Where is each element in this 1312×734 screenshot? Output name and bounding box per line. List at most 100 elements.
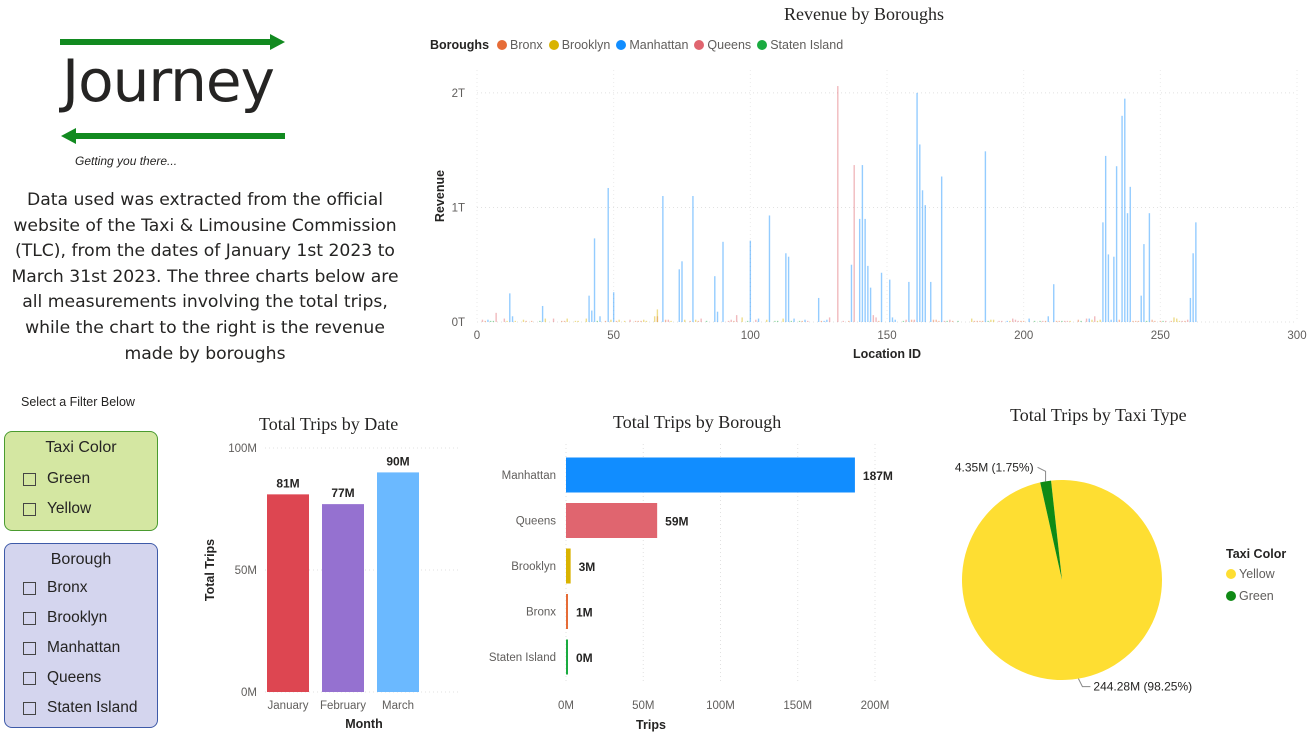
borough-option-manhattan[interactable]: Manhattan xyxy=(23,638,120,658)
revenue-bar xyxy=(1047,316,1049,322)
checkbox[interactable] xyxy=(23,641,36,655)
revenue-bar xyxy=(858,218,861,322)
revenue-bar xyxy=(957,320,959,322)
borough-option-queens[interactable]: Queens xyxy=(23,668,101,688)
y-tick-label: 2T xyxy=(452,88,465,100)
revenue-bar xyxy=(940,176,943,322)
revenue-bar xyxy=(610,319,612,322)
revenue-bar xyxy=(924,205,926,322)
bar-data-label: 1M xyxy=(576,606,593,620)
revenue-bar xyxy=(910,319,913,322)
y-tick-label: Brooklyn xyxy=(511,561,556,573)
legend-dot xyxy=(694,40,705,50)
x-tick-label: February xyxy=(320,700,366,712)
revenue-bar xyxy=(615,320,618,322)
revenue-bar xyxy=(618,319,620,322)
taxi-color-option-yellow[interactable]: Yellow xyxy=(23,499,91,519)
month-bar xyxy=(377,472,419,692)
legend-item-brooklyn[interactable]: Brooklyn xyxy=(548,38,611,52)
revenue-bar xyxy=(525,320,527,322)
legend-item-manhattan[interactable]: Manhattan xyxy=(616,38,688,52)
revenue-bar xyxy=(976,320,978,322)
taxi-color-legend: Taxi Color Yellow Green xyxy=(1226,547,1286,611)
revenue-bar xyxy=(1094,316,1096,322)
borough-bar xyxy=(566,548,571,584)
y-tick-label: Manhattan xyxy=(502,470,556,482)
revenue-bar xyxy=(705,320,708,322)
revenue-bar xyxy=(801,320,803,322)
checkbox[interactable] xyxy=(23,701,36,715)
revenue-bar xyxy=(807,320,809,322)
x-axis-title: Trips xyxy=(636,718,666,732)
borough-option-brooklyn[interactable]: Brooklyn xyxy=(23,608,107,628)
borough-option-bronx[interactable]: Bronx xyxy=(23,578,88,598)
revenue-bar xyxy=(916,92,918,322)
borough-slicer-title: Borough xyxy=(50,551,112,568)
legend-dot xyxy=(1226,569,1236,579)
revenue-bar xyxy=(1014,319,1017,322)
trips-by-date-title: Total Trips by Date xyxy=(259,414,399,434)
y-tick-label: 100M xyxy=(228,443,257,455)
y-tick-label: 0T xyxy=(452,317,465,329)
trips-by-borough-chart: 0M 50M 100M 150M 200M 187M Manhattan 59M Queens 3… xyxy=(489,444,893,732)
borough-option-staten-island[interactable]: Staten Island xyxy=(23,698,137,718)
revenue-bar xyxy=(823,320,825,322)
x-tick-label: 100 xyxy=(741,330,760,342)
revenue-bar xyxy=(1042,320,1044,322)
revenue-legend: Boroughs Bronx Brooklyn Manhattan Queens… xyxy=(430,36,849,54)
legend-item-queens[interactable]: Queens xyxy=(694,38,751,52)
legend-item-staten-island[interactable]: Staten Island xyxy=(757,38,843,52)
revenue-bar xyxy=(1137,320,1140,322)
legend-dot xyxy=(497,40,508,50)
legend-label: Brooklyn xyxy=(561,38,611,52)
x-tick-label: 300 xyxy=(1287,330,1306,342)
legend-dot xyxy=(757,40,768,50)
legend-dot xyxy=(1226,591,1236,601)
legend-item-bronx[interactable]: Bronx xyxy=(497,38,543,52)
y-tick-label: Staten Island xyxy=(489,652,556,664)
revenue-bar xyxy=(787,256,790,322)
x-tick-label: 200M xyxy=(861,700,890,712)
taxi-color-option-green[interactable]: Green xyxy=(23,469,90,489)
revenue-bar xyxy=(566,318,568,322)
revenue-bar xyxy=(484,320,486,322)
revenue-bar xyxy=(670,320,672,322)
revenue-bar xyxy=(984,151,987,322)
checkbox[interactable] xyxy=(23,502,36,516)
revenue-bar xyxy=(837,86,839,322)
revenue-bar xyxy=(689,320,691,322)
revenue-bar xyxy=(1189,297,1192,322)
revenue-bar xyxy=(1143,244,1145,322)
legend-label: Yellow xyxy=(1239,567,1275,581)
revenue-bar xyxy=(943,320,946,322)
revenue-bar xyxy=(492,320,495,322)
revenue-bar xyxy=(932,319,935,322)
checkbox[interactable] xyxy=(23,611,36,625)
taxi-color-slicer-title: Taxi Color xyxy=(45,439,117,456)
revenue-bar xyxy=(992,319,995,322)
x-tick-label: 50 xyxy=(607,330,620,342)
revenue-bar xyxy=(913,319,916,322)
revenue-bar xyxy=(1192,253,1194,322)
revenue-bar xyxy=(946,320,948,322)
legend-item-green[interactable]: Green xyxy=(1226,589,1280,603)
revenue-bar xyxy=(489,320,492,322)
revenue-bar xyxy=(593,238,596,322)
revenue-bar xyxy=(842,320,844,322)
revenue-bar xyxy=(889,279,891,322)
revenue-bar xyxy=(1184,320,1186,322)
revenue-bar xyxy=(990,319,992,322)
revenue-bar xyxy=(757,318,760,322)
revenue-bar xyxy=(1181,320,1183,322)
checkbox[interactable] xyxy=(23,671,36,685)
legend-item-yellow[interactable]: Yellow xyxy=(1226,567,1280,581)
revenue-bar xyxy=(514,320,516,322)
checkbox[interactable] xyxy=(23,472,36,486)
checkbox[interactable] xyxy=(23,581,36,595)
revenue-bar xyxy=(1154,320,1156,322)
revenue-bar xyxy=(938,320,940,322)
revenue-bar xyxy=(1039,320,1041,322)
revenue-bar xyxy=(785,253,787,322)
revenue-bar xyxy=(919,144,921,322)
y-tick-label: Queens xyxy=(516,516,557,528)
